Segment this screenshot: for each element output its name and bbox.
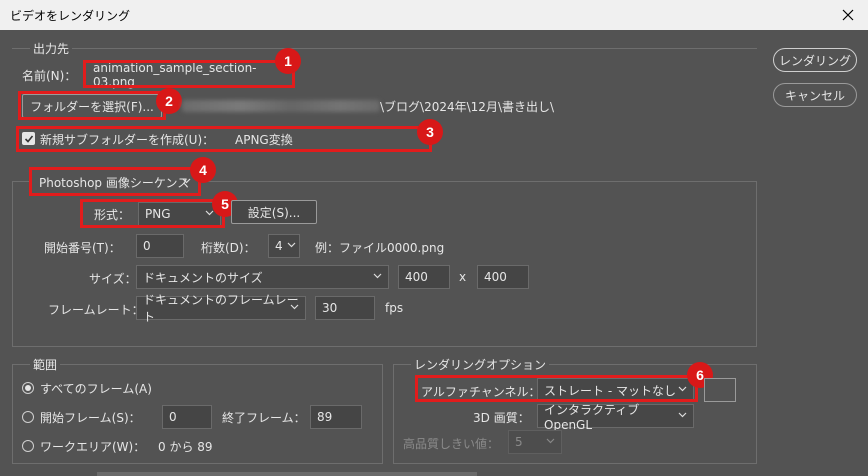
start-number-label: 開始番号(T)： bbox=[44, 241, 121, 255]
subfolder-label: 新規サブフォルダーを作成(U)： bbox=[40, 133, 215, 147]
fps-label: fps bbox=[385, 301, 404, 315]
chevron-down-icon bbox=[182, 178, 191, 184]
size-label: サイズ： bbox=[89, 272, 137, 286]
work-area-value: 0 から 89 bbox=[158, 440, 213, 454]
blurred-path bbox=[182, 100, 380, 112]
size-value: ドキュメントのサイズ bbox=[143, 270, 263, 285]
work-area-label: ワークエリア(W)： bbox=[40, 440, 146, 454]
output-legend: 出力先 bbox=[30, 40, 73, 57]
end-frame-input[interactable]: 89 bbox=[310, 405, 362, 429]
hq-threshold-label: 高品質しきい値： bbox=[403, 437, 500, 451]
alpha-label: アルファチャンネル： bbox=[421, 385, 541, 399]
width-value: 400 bbox=[405, 270, 428, 284]
badge-1: 1 bbox=[275, 48, 301, 74]
digits-label: 桁数(D)： bbox=[201, 241, 256, 255]
title-bar: ビデオをレンダリング bbox=[0, 0, 868, 30]
select-folder-label: フォルダーを選択(F)... bbox=[30, 99, 154, 114]
start-number-input[interactable]: 0 bbox=[136, 234, 184, 258]
close-icon[interactable] bbox=[828, 0, 868, 30]
cancel-button[interactable]: キャンセル bbox=[773, 83, 857, 107]
name-label: 名前(N)： bbox=[22, 69, 77, 83]
sequence-type-select[interactable]: Photoshop 画像シーケンス bbox=[32, 170, 198, 194]
start-number-value: 0 bbox=[143, 239, 151, 253]
badge-4: 4 bbox=[190, 157, 216, 183]
height-value: 400 bbox=[484, 270, 507, 284]
framerate-input[interactable]: 30 bbox=[315, 296, 375, 320]
subfolder-input[interactable]: APNG変換 bbox=[228, 128, 428, 150]
framerate-value: 30 bbox=[322, 301, 338, 315]
alpha-value: ストレート - マットなし bbox=[544, 383, 676, 398]
chevron-down-icon bbox=[546, 438, 555, 444]
end-frame-value: 89 bbox=[317, 410, 333, 424]
digits-value: 4 bbox=[275, 239, 283, 253]
name-value: animation_sample_section-03.png bbox=[93, 61, 257, 89]
render-button[interactable]: レンダリング bbox=[773, 48, 857, 72]
3d-quality-value: インタラクティブ OpenGL bbox=[544, 402, 640, 432]
all-frames-label: すべてのフレーム(A) bbox=[40, 382, 152, 396]
select-folder-button[interactable]: フォルダーを選択(F)... bbox=[22, 94, 162, 118]
name-input[interactable]: animation_sample_section-03.png bbox=[86, 61, 292, 89]
chevron-down-icon bbox=[290, 304, 299, 310]
settings-label: 設定(S)... bbox=[247, 205, 301, 220]
sequence-type-value: Photoshop 画像シーケンス bbox=[39, 175, 190, 190]
digits-select[interactable]: 4 bbox=[268, 234, 300, 258]
matte-color-swatch[interactable] bbox=[704, 378, 736, 402]
format-label: 形式： bbox=[94, 208, 131, 222]
chevron-down-icon bbox=[373, 273, 382, 279]
size-select[interactable]: ドキュメントのサイズ bbox=[136, 265, 389, 289]
all-frames-radio[interactable] bbox=[22, 382, 34, 394]
range-legend: 範囲 bbox=[30, 356, 61, 373]
folder-path: \ブログ\2024年\12月\書き出し\ bbox=[380, 100, 555, 114]
render-label: レンダリング bbox=[778, 53, 851, 68]
height-input[interactable]: 400 bbox=[477, 265, 529, 289]
subfolder-checkbox[interactable] bbox=[22, 132, 35, 145]
framerate-label: フレームレート： bbox=[48, 303, 144, 317]
format-value: PNG bbox=[145, 207, 171, 221]
example-filename: 例：ファイル0000.png bbox=[315, 241, 445, 255]
badge-2: 2 bbox=[156, 88, 182, 114]
window-title: ビデオをレンダリング bbox=[10, 9, 131, 23]
3d-quality-label: 3D 画質： bbox=[473, 411, 530, 425]
start-frame-radio[interactable] bbox=[22, 411, 34, 423]
bottom-scroll-hint bbox=[97, 472, 477, 476]
alpha-select[interactable]: ストレート - マットなし bbox=[537, 378, 694, 402]
chevron-down-icon bbox=[678, 412, 687, 418]
framerate-select-value: ドキュメントのフレームレート bbox=[143, 293, 299, 324]
hq-threshold-value: 5 bbox=[515, 435, 523, 449]
start-frame-value: 0 bbox=[169, 410, 177, 424]
badge-3: 3 bbox=[417, 119, 443, 145]
chevron-down-icon bbox=[287, 242, 296, 248]
settings-button[interactable]: 設定(S)... bbox=[231, 200, 317, 224]
framerate-select[interactable]: ドキュメントのフレームレート bbox=[136, 293, 306, 324]
size-x: x bbox=[459, 270, 467, 284]
format-select[interactable]: PNG bbox=[138, 202, 221, 226]
start-frame-label: 開始フレーム(S)： bbox=[40, 411, 141, 425]
end-frame-label: 終了フレーム： bbox=[222, 411, 306, 425]
start-frame-input[interactable]: 0 bbox=[162, 405, 212, 429]
hq-threshold-select: 5 bbox=[508, 430, 562, 454]
width-input[interactable]: 400 bbox=[398, 265, 450, 289]
render-options-legend: レンダリングオプション bbox=[411, 356, 550, 373]
chevron-down-icon bbox=[678, 386, 687, 392]
work-area-radio[interactable] bbox=[22, 440, 34, 452]
subfolder-value: APNG変換 bbox=[235, 132, 293, 147]
3d-quality-select[interactable]: インタラクティブ OpenGL bbox=[537, 403, 694, 432]
cancel-label: キャンセル bbox=[784, 88, 845, 103]
